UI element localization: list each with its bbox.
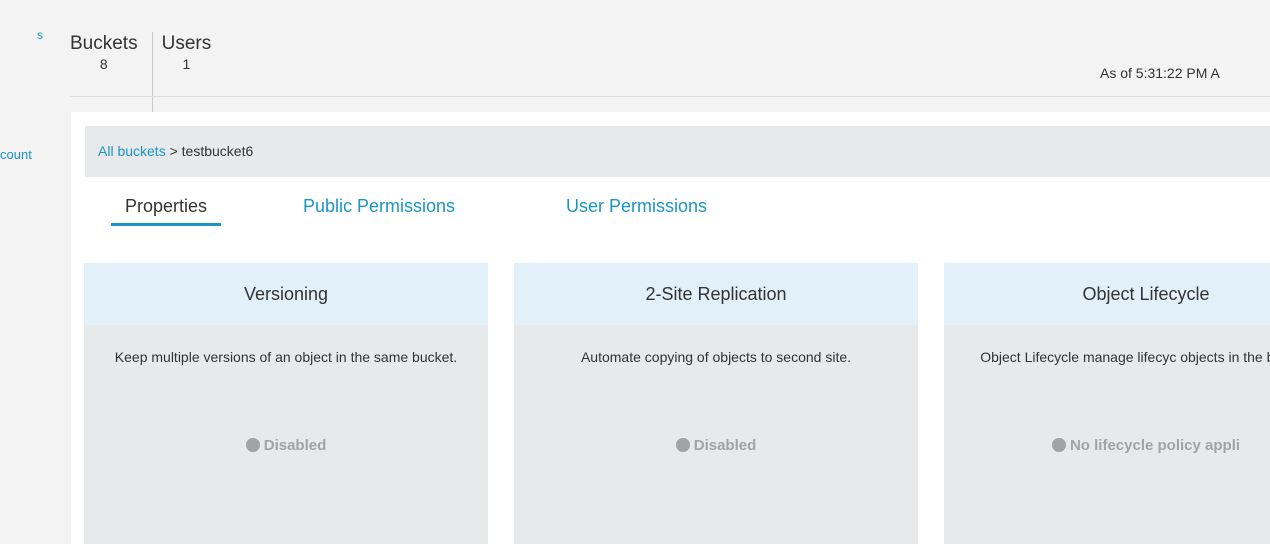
card-description: Automate copying of objects to second si… — [580, 349, 852, 365]
card-description: Object Lifecycle manage lifecyc objects … — [980, 349, 1270, 365]
card-status: Disabled — [514, 437, 918, 454]
header-divider — [70, 96, 1270, 97]
status-dot-icon — [1051, 438, 1066, 452]
card-title: 2-Site Replication — [514, 263, 918, 325]
card-status-label: Disabled — [263, 437, 327, 454]
breadcrumb: All buckets > testbucket6 — [85, 126, 1270, 177]
card-inner: Object Lifecycle Object Lifecycle manage… — [944, 263, 1270, 454]
breadcrumb-current: testbucket6 — [181, 143, 254, 159]
replication-card[interactable]: 2-Site Replication Automate copying of o… — [514, 263, 918, 544]
tab-properties[interactable]: Properties — [111, 196, 222, 226]
card-title: Versioning — [84, 263, 488, 325]
card-status: No lifecycle policy appli — [944, 437, 1270, 454]
status-dot-icon — [245, 438, 260, 452]
tab-user-permissions[interactable]: User Permissions — [566, 196, 707, 223]
card-title: Object Lifecycle — [944, 263, 1270, 325]
breadcrumb-all-buckets-link[interactable]: All buckets — [98, 143, 166, 159]
sidebar: s count — [0, 0, 62, 544]
card-status: Disabled — [84, 437, 488, 454]
versioning-card[interactable]: Versioning Keep multiple versions of an … — [84, 263, 488, 544]
page: s count Buckets 8 Users 1 As of 5:31:22 … — [0, 0, 1270, 544]
stat-buckets-label: Buckets — [70, 33, 138, 54]
card-status-label: No lifecycle policy appli — [1069, 437, 1241, 454]
sidebar-item-account[interactable]: count — [0, 147, 50, 162]
stat-users-label: Users — [161, 33, 212, 54]
tab-public-permissions[interactable]: Public Permissions — [303, 196, 455, 223]
stat-users-value: 1 — [182, 56, 191, 72]
object-lifecycle-card[interactable]: Object Lifecycle Object Lifecycle manage… — [944, 263, 1270, 544]
breadcrumb-separator: > — [165, 143, 182, 159]
status-dot-icon — [675, 438, 690, 452]
sidebar-item-top[interactable]: s — [37, 28, 43, 42]
last-updated-timestamp: As of 5:31:22 PM A — [1100, 65, 1220, 81]
bucket-panel: All buckets > testbucket6 Properties Pub… — [71, 112, 1270, 544]
card-description: Keep multiple versions of an object in t… — [114, 349, 458, 365]
stat-buckets-value: 8 — [99, 56, 108, 72]
card-status-label: Disabled — [693, 437, 757, 454]
